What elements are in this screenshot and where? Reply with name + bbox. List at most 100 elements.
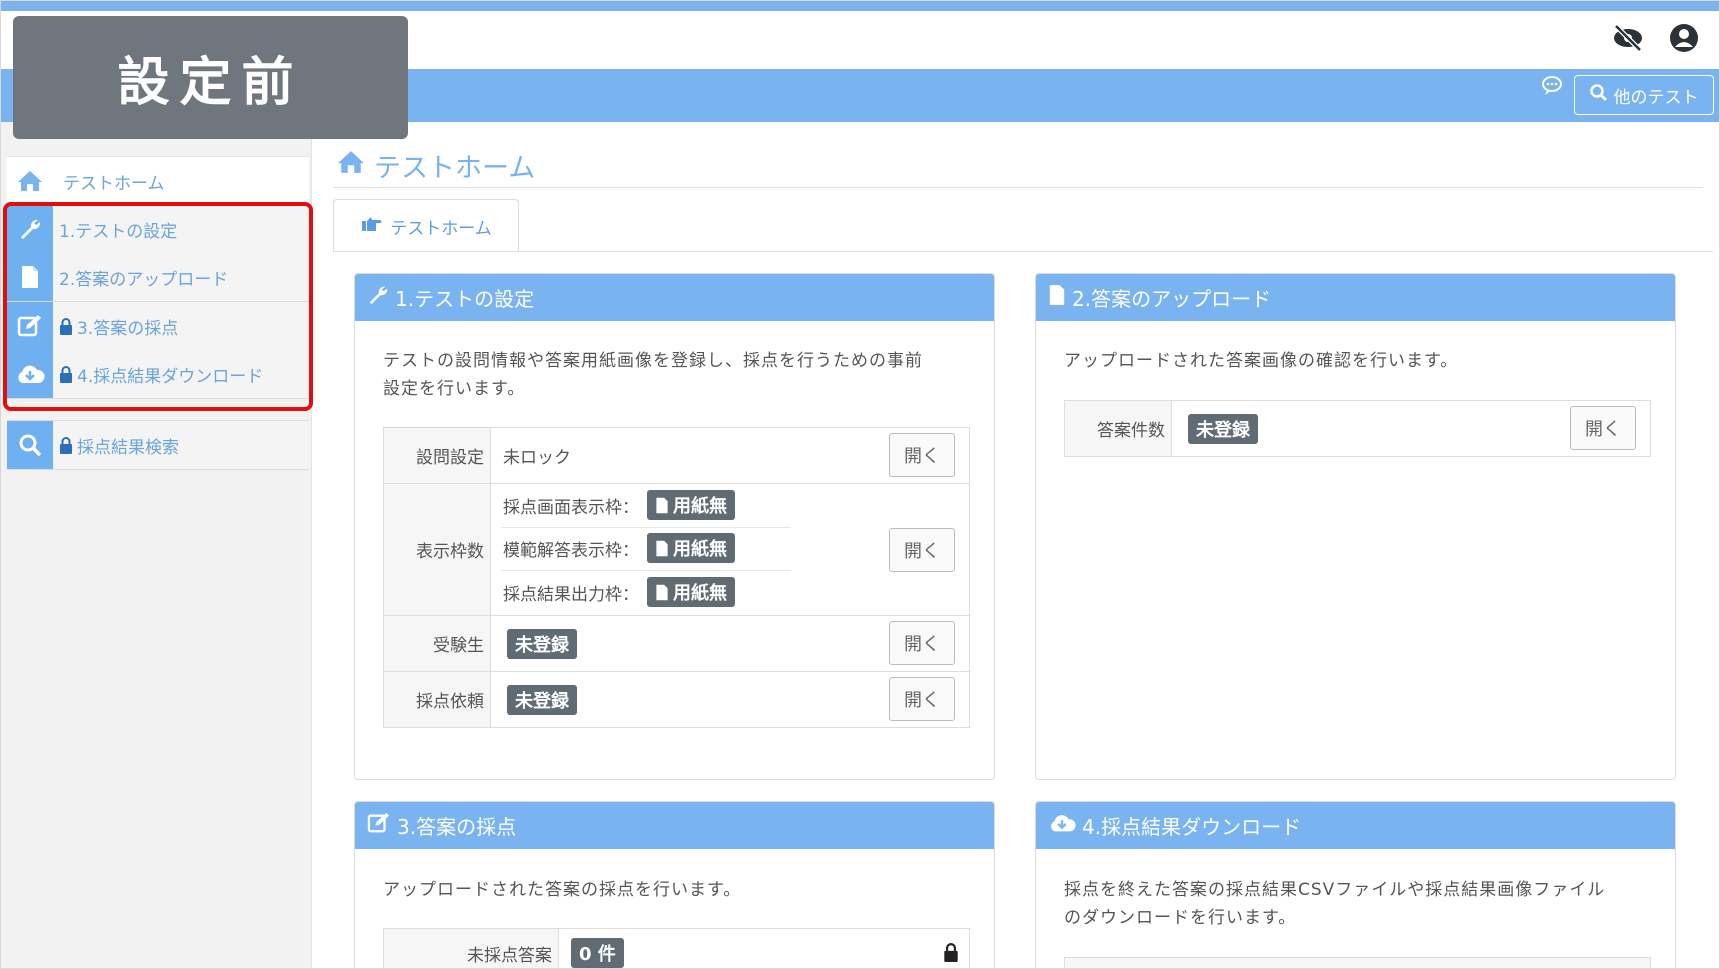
badge-text: 用紙無 [673, 539, 727, 560]
wrench-icon [367, 284, 389, 311]
open-label: 開く [904, 446, 940, 467]
download-table-row [1064, 957, 1651, 968]
app-window: 他のテスト テストホーム 1.テストの設定 2.答案のアップロード 3.答案の採… [0, 0, 1720, 969]
tab-test-home[interactable]: テストホーム [333, 199, 519, 252]
panel-header: 1.テストの設定 [355, 274, 994, 321]
sidebar-item-label: テストホーム [63, 173, 165, 194]
frame-label: 採点画面表示枠： [503, 497, 639, 518]
other-test-label: 他のテスト [1613, 87, 1699, 108]
title-divider [333, 187, 1703, 188]
panel-header: 4.採点結果ダウンロード [1036, 802, 1675, 849]
badge-text: 0 件 [579, 944, 616, 965]
badge-text: 未登録 [515, 634, 569, 656]
row-label-text: 採点依頼 [416, 692, 484, 712]
page-title-text: テストホーム [374, 153, 536, 184]
panel-description: テストの設問情報や答案用紙画像を登録し、採点を行うための事前 設定を行います。 [383, 347, 923, 403]
status-badge: 0 件 [571, 938, 624, 968]
desc-line: 設定を行います。 [383, 379, 526, 399]
cloud-download-icon [1048, 812, 1076, 839]
row-label: 設問設定 [383, 427, 491, 484]
row-label: 表示枠数 [383, 483, 491, 616]
status-badge: 用紙無 [647, 490, 735, 520]
row-label-text: 未採点答案 [467, 945, 552, 966]
panel-header: 2.答案のアップロード [1036, 274, 1675, 321]
badge-text: 用紙無 [673, 583, 727, 604]
questions-status: 未ロック [503, 448, 571, 468]
row-label-text: 受験生 [433, 636, 484, 656]
desc-line: 採点を終えた答案の採点結果CSVファイルや採点結果画像ファイル [1064, 880, 1606, 900]
tab-label: テストホーム [390, 218, 492, 239]
open-upload-button[interactable]: 開く [1570, 406, 1636, 450]
desc-line: のダウンロードを行います。 [1064, 908, 1297, 928]
row-label-text: 答案件数 [1097, 421, 1165, 441]
home-icon [7, 169, 53, 193]
file-icon [656, 584, 668, 600]
page-title: テストホーム [336, 146, 535, 185]
desc-line: テストの設問情報や答案用紙画像を登録し、採点を行うための事前 [383, 351, 923, 371]
tab-divider [333, 251, 1713, 252]
highlight-box [3, 202, 313, 411]
frame-setting: 採点結果出力枠： 用紙無 [503, 577, 735, 607]
desc-line: アップロードされた答案の採点を行います。 [383, 880, 742, 900]
frame-setting: 採点画面表示枠： 用紙無 [503, 490, 735, 520]
open-examinees-button[interactable]: 開く [889, 621, 955, 665]
row-label: 未採点答案 [383, 928, 559, 968]
chat-icon[interactable] [1541, 75, 1563, 97]
edit-icon [367, 812, 391, 839]
row-label: 受験生 [383, 615, 491, 672]
lock-icon [59, 436, 73, 454]
open-request-button[interactable]: 開く [889, 677, 955, 721]
row-label-text: 表示枠数 [416, 542, 484, 562]
panel-description: アップロードされた答案の採点を行います。 [383, 876, 741, 904]
file-icon [656, 497, 668, 513]
file-icon [1048, 284, 1066, 311]
lock-icon [943, 943, 959, 966]
panel-title: 2.答案のアップロード [1072, 287, 1272, 311]
overlay-label: 設定前 [13, 16, 408, 139]
open-label: 開く [904, 634, 940, 655]
sidebar-item-label: 採点結果検索 [77, 437, 179, 458]
open-questions-button[interactable]: 開く [889, 433, 955, 477]
open-label: 開く [904, 541, 940, 562]
open-label: 開く [904, 690, 940, 711]
status-badge: 用紙無 [647, 533, 735, 563]
badge-text: 未登録 [515, 690, 569, 712]
status-badge: 未登録 [507, 628, 577, 659]
desc-line: アップロードされた答案画像の確認を行います。 [1064, 351, 1459, 371]
panel-upload: 2.答案のアップロード アップロードされた答案画像の確認を行います。 答案件数 … [1035, 273, 1676, 780]
sidebar-item-result-search[interactable]: 採点結果検索 [7, 420, 309, 470]
divider [501, 527, 791, 528]
frame-label: 模範解答表示枠： [503, 540, 639, 561]
frame-setting: 模範解答表示枠： 用紙無 [503, 533, 735, 563]
file-icon [656, 540, 668, 556]
home-icon [336, 149, 366, 182]
divider [501, 570, 791, 571]
panel-grading: 3.答案の採点 アップロードされた答案の採点を行います。 未採点答案 0 件 [354, 801, 995, 968]
status-badge: 用紙無 [647, 577, 735, 607]
panel-description: 採点を終えた答案の採点結果CSVファイルや採点結果画像ファイル のダウンロードを… [1064, 876, 1605, 932]
search-icon [7, 421, 53, 469]
badge-text: 用紙無 [673, 496, 727, 517]
panel-title: 3.答案の採点 [397, 815, 517, 839]
other-test-button[interactable]: 他のテスト [1574, 75, 1714, 115]
panel-title: 4.採点結果ダウンロード [1082, 815, 1302, 839]
top-accent-strip [1, 1, 1719, 11]
sidebar-item-home[interactable]: テストホーム [7, 156, 309, 206]
badge-text: 未登録 [1196, 419, 1250, 441]
status-badge: 未登録 [507, 684, 577, 715]
user-circle-icon[interactable] [1667, 21, 1701, 55]
panel-header: 3.答案の採点 [355, 802, 994, 849]
row-label: 採点依頼 [383, 671, 491, 728]
row-label: 答案件数 [1064, 400, 1172, 457]
panel-description: アップロードされた答案画像の確認を行います。 [1064, 347, 1458, 375]
panel-title: 1.テストの設定 [395, 287, 535, 311]
search-icon [1589, 83, 1608, 107]
frame-label: 採点結果出力枠： [503, 584, 639, 605]
row-value: 0 件 [558, 928, 970, 968]
panel-download: 4.採点結果ダウンロード 採点を終えた答案の採点結果CSVファイルや採点結果画像… [1035, 801, 1676, 968]
hand-point-icon [360, 216, 382, 237]
eye-slash-icon[interactable] [1611, 21, 1645, 55]
row-label-text: 設問設定 [416, 448, 484, 468]
open-frames-button[interactable]: 開く [889, 528, 955, 572]
panel-test-settings: 1.テストの設定 テストの設問情報や答案用紙画像を登録し、採点を行うための事前 … [354, 273, 995, 780]
